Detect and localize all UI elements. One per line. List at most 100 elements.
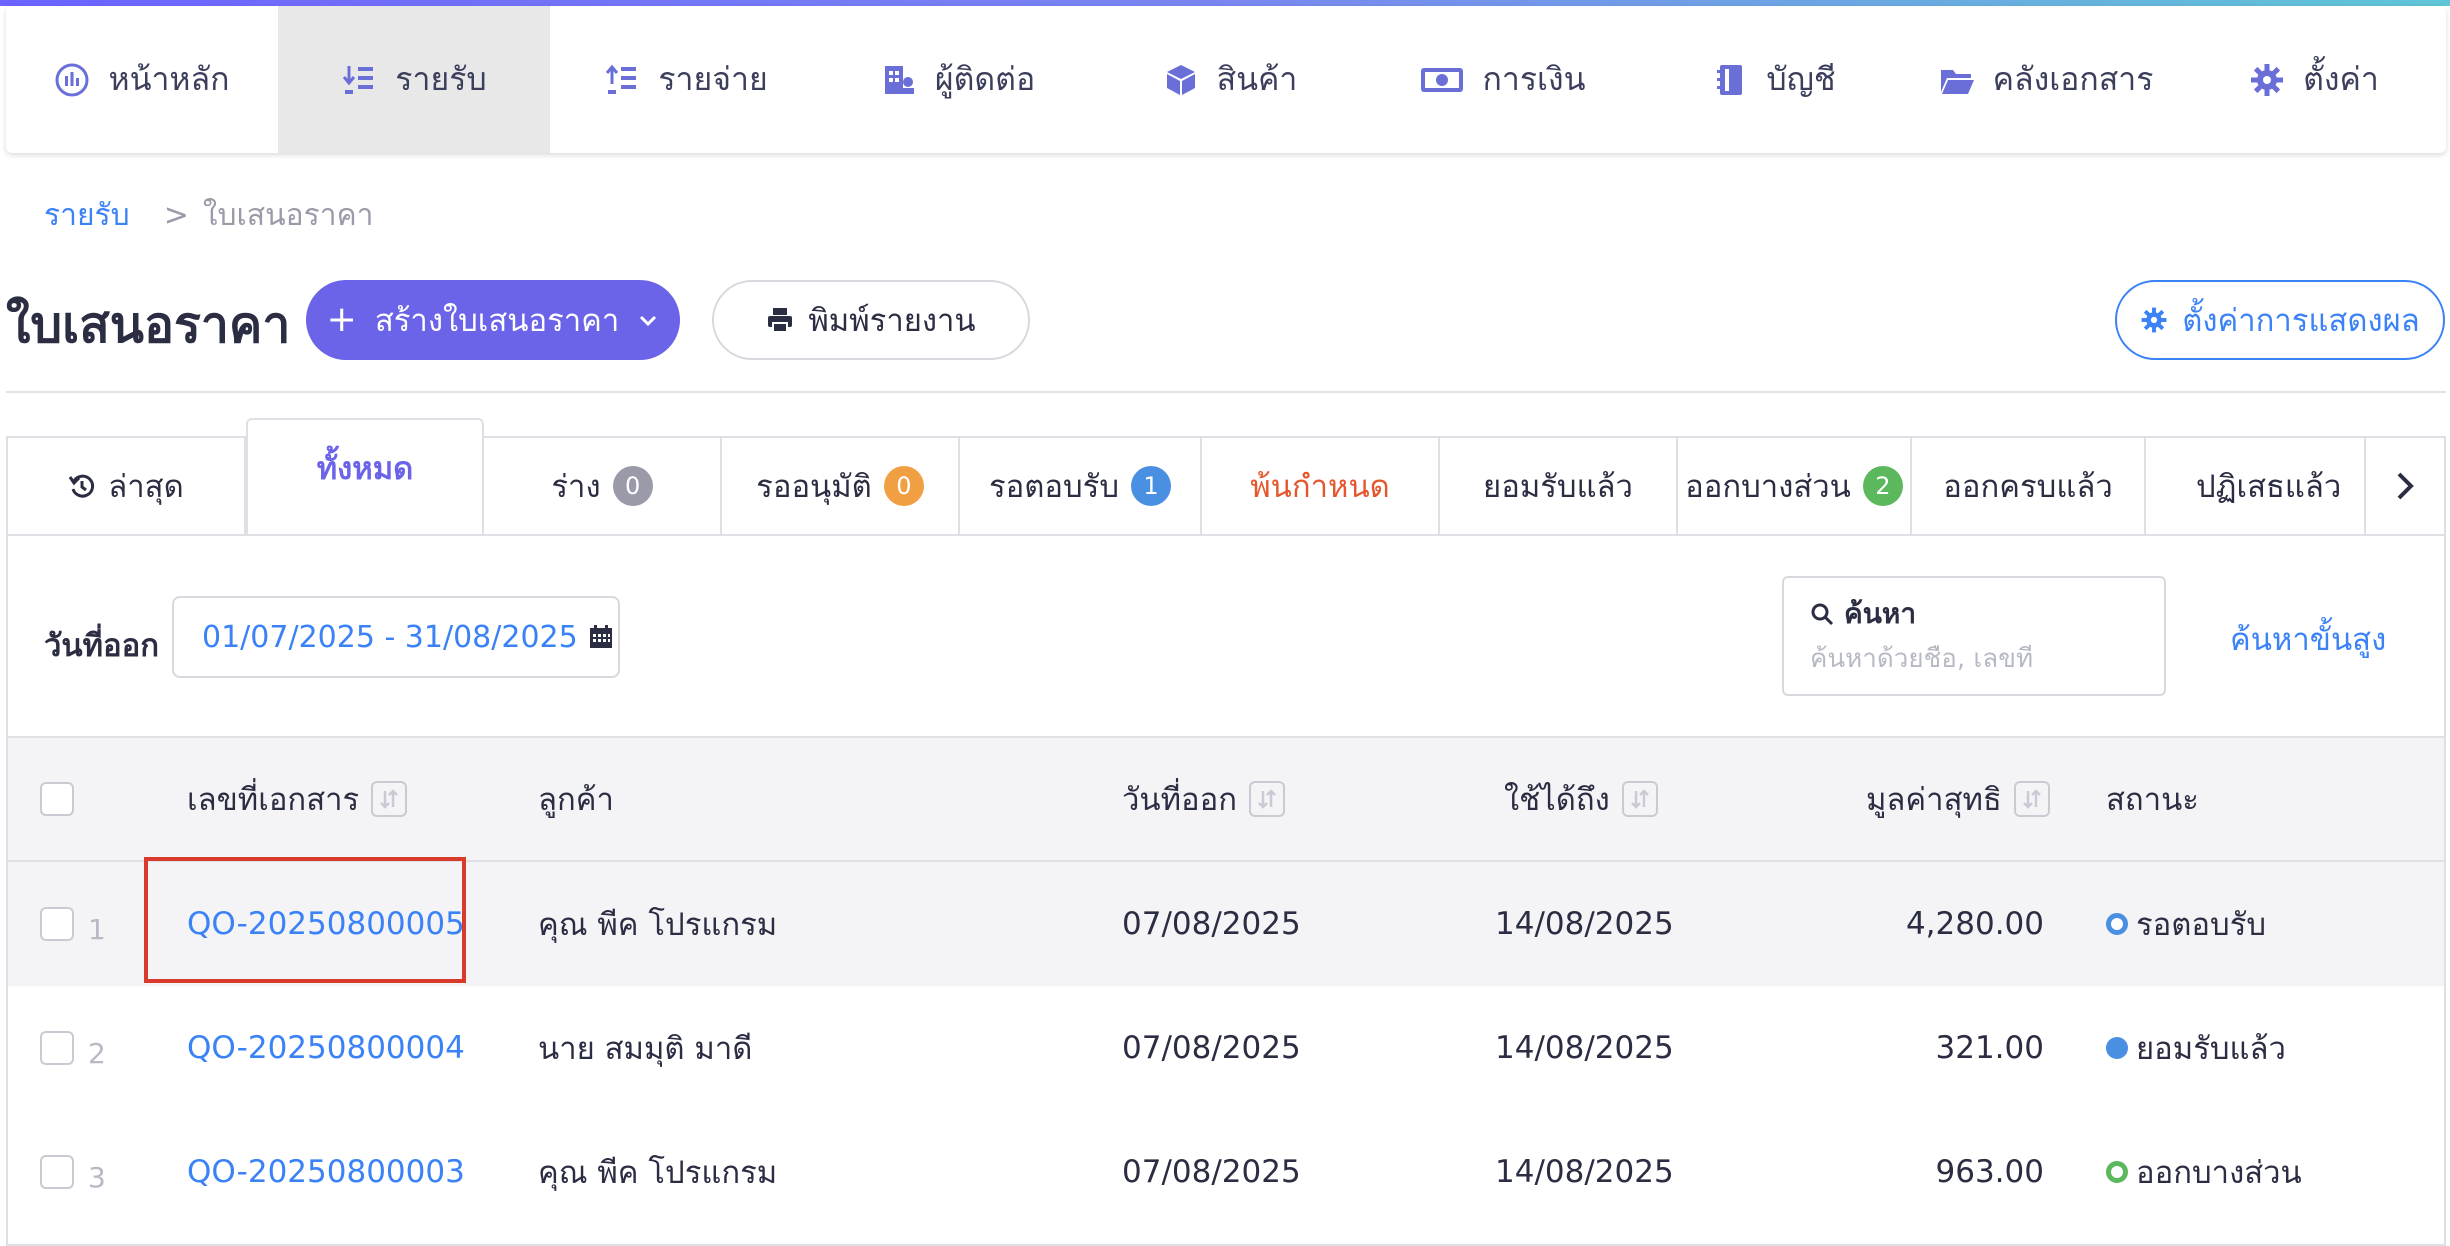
net-value: 321.00	[1935, 1030, 2044, 1066]
nav-item-products[interactable]: สินค้า	[1094, 6, 1366, 153]
search-icon	[1810, 602, 1834, 626]
status-label: รอตอบรับ	[2136, 907, 2267, 943]
nav-item-label: คลังเอกสาร	[1992, 60, 2154, 98]
doc-number-link[interactable]: QO-20250800003	[187, 1110, 465, 1234]
sort-icon[interactable]	[371, 781, 408, 817]
nav-item-home[interactable]: หน้าหลัก	[6, 6, 278, 153]
page-title: ใบเสนอราคา	[6, 296, 291, 354]
status-cell: ออกบางส่วน	[2106, 1110, 2302, 1234]
tabs-scroll-right-button[interactable]	[2364, 438, 2444, 534]
sort-icon[interactable]	[2013, 781, 2050, 817]
status-ring-icon	[2106, 1161, 2128, 1183]
search-title: ค้นหา	[1810, 592, 2138, 636]
date-range-picker[interactable]: 01/07/2025 - 31/08/2025	[172, 596, 620, 678]
folder-icon	[1939, 62, 1975, 98]
tab-label: ออกครบแล้ว	[1943, 469, 2113, 505]
printer-icon	[766, 306, 794, 334]
issue-date: 07/08/2025	[1122, 1154, 1301, 1190]
doc-number-link[interactable]: QO-20250800004	[187, 986, 465, 1110]
tab-overdue[interactable]: พ้นกำหนด	[1202, 438, 1440, 534]
valid-until-date: 14/08/2025	[1495, 1154, 1674, 1190]
nav-item-finance[interactable]: การเงิน	[1366, 6, 1638, 153]
tab-awaiting-response[interactable]: รอตอบรับ 1	[960, 438, 1202, 534]
calendar-icon	[588, 624, 614, 650]
tab-label: ล่าสุด	[108, 469, 184, 505]
expense-list-icon	[604, 62, 640, 98]
row-checkbox[interactable]: 2	[40, 986, 106, 1110]
display-settings-button[interactable]: ตั้งค่าการแสดงผล	[2115, 280, 2445, 360]
column-label: ลูกค้า	[538, 782, 614, 818]
history-icon	[68, 472, 96, 500]
status-tabs: ล่าสุด ทั้งหมด ร่าง 0 รออนุมัติ 0 รอตอบร…	[6, 418, 2446, 536]
nav-item-label: ผู้ติดต่อ	[934, 60, 1036, 98]
tab-label: ยอมรับแล้ว	[1483, 469, 1633, 505]
table-row[interactable]: 2 QO-20250800004 นาย สมมุติ มาดี 07/08/2…	[8, 986, 2444, 1110]
tab-draft[interactable]: ร่าง 0	[484, 438, 722, 534]
breadcrumb-current: ใบเสนอราคา	[202, 198, 374, 233]
tab-rejected[interactable]: ปฏิเสธแล้ว	[2146, 438, 2346, 534]
tab-fully-issued[interactable]: ออกครบแล้ว	[1912, 438, 2146, 534]
tab-accepted[interactable]: ยอมรับแล้ว	[1440, 438, 1678, 534]
status-ring-icon	[2106, 913, 2128, 935]
count-badge: 2	[1862, 466, 1903, 506]
status-cell: ยอมรับแล้ว	[2106, 986, 2286, 1110]
column-header-status: สถานะ	[2106, 738, 2199, 860]
customer-name: คุณ พีค โปรแกรม	[538, 1155, 778, 1191]
tab-partially-issued[interactable]: ออกบางส่วน 2	[1678, 438, 1912, 534]
product-box-icon	[1163, 62, 1199, 98]
column-header-net-value[interactable]: มูลค่าสุทธิ	[1866, 738, 2050, 860]
select-all-checkbox[interactable]	[40, 738, 74, 860]
tab-label: ทั้งหมด	[316, 451, 414, 487]
count-badge: 0	[612, 466, 653, 506]
search-input[interactable]	[1810, 644, 2140, 674]
table-row[interactable]: 3 QO-20250800003 คุณ พีค โปรแกรม 07/08/2…	[8, 1110, 2444, 1234]
advanced-search-link[interactable]: ค้นหาขั้นสูง	[2230, 614, 2386, 664]
column-header-doc-no[interactable]: เลขที่เอกสาร	[187, 738, 408, 860]
nav-item-label: สินค้า	[1216, 60, 1298, 98]
breadcrumb: รายรับ > ใบเสนอราคา	[44, 192, 374, 239]
print-report-button[interactable]: พิมพ์รายงาน	[712, 280, 1030, 360]
tab-pending-approval[interactable]: รออนุมัติ 0	[722, 438, 960, 534]
display-settings-label: ตั้งค่าการแสดงผล	[2182, 303, 2420, 339]
count-badge: 0	[883, 466, 924, 506]
date-range-value: 01/07/2025 - 31/08/2025	[202, 619, 578, 655]
chevron-down-icon	[637, 309, 659, 331]
column-header-customer: ลูกค้า	[538, 738, 614, 860]
nav-item-documents[interactable]: คลังเอกสาร	[1910, 6, 2182, 153]
chevron-right-icon	[2393, 470, 2417, 502]
column-label: มูลค่าสุทธิ	[1866, 782, 2002, 818]
income-list-icon	[341, 62, 377, 98]
issue-date: 07/08/2025	[1122, 1030, 1301, 1066]
column-label: วันที่ออก	[1122, 782, 1238, 818]
nav-item-contacts[interactable]: ผู้ติดต่อ	[822, 6, 1094, 153]
top-navigation: หน้าหลัก รายรับ รายจ่าย ผู้ติดต่อ สินค้า…	[6, 6, 2446, 153]
tab-latest[interactable]: ล่าสุด	[8, 438, 246, 534]
tab-all[interactable]: ทั้งหมด	[246, 418, 484, 536]
tab-label: รออนุมัติ	[756, 469, 872, 505]
row-checkbox[interactable]: 1	[40, 862, 106, 986]
column-header-valid-until[interactable]: ใช้ได้ถึง	[1504, 738, 1658, 860]
sort-icon[interactable]	[1621, 781, 1658, 817]
row-number: 2	[88, 1036, 106, 1070]
nav-item-label: หน้าหลัก	[108, 60, 230, 98]
customer-name: คุณ พีค โปรแกรม	[538, 907, 778, 943]
row-number: 3	[88, 1160, 106, 1194]
row-checkbox[interactable]: 3	[40, 1110, 106, 1234]
nav-item-expense[interactable]: รายจ่าย	[550, 6, 822, 153]
sort-icon[interactable]	[1249, 781, 1286, 817]
nav-item-accounting[interactable]: บัญชี	[1638, 6, 1910, 153]
status-label: ออกบางส่วน	[2136, 1155, 2302, 1191]
nav-item-income[interactable]: รายรับ	[278, 6, 550, 153]
nav-item-label: บัญชี	[1766, 60, 1836, 98]
status-cell: รอตอบรับ	[2106, 862, 2266, 986]
tab-label: พ้นกำหนด	[1250, 469, 1390, 505]
nav-item-label: รายจ่าย	[658, 60, 768, 98]
create-quotation-button[interactable]: + สร้างใบเสนอราคา	[306, 280, 680, 360]
column-header-issue-date[interactable]: วันที่ออก	[1122, 738, 1286, 860]
breadcrumb-parent-link[interactable]: รายรับ	[44, 192, 130, 239]
nav-item-label: รายรับ	[395, 60, 487, 98]
header-divider	[6, 391, 2446, 393]
nav-item-label: ตั้งค่า	[2303, 60, 2379, 98]
highlight-annotation-box	[144, 857, 466, 983]
nav-item-settings[interactable]: ตั้งค่า	[2182, 6, 2446, 153]
